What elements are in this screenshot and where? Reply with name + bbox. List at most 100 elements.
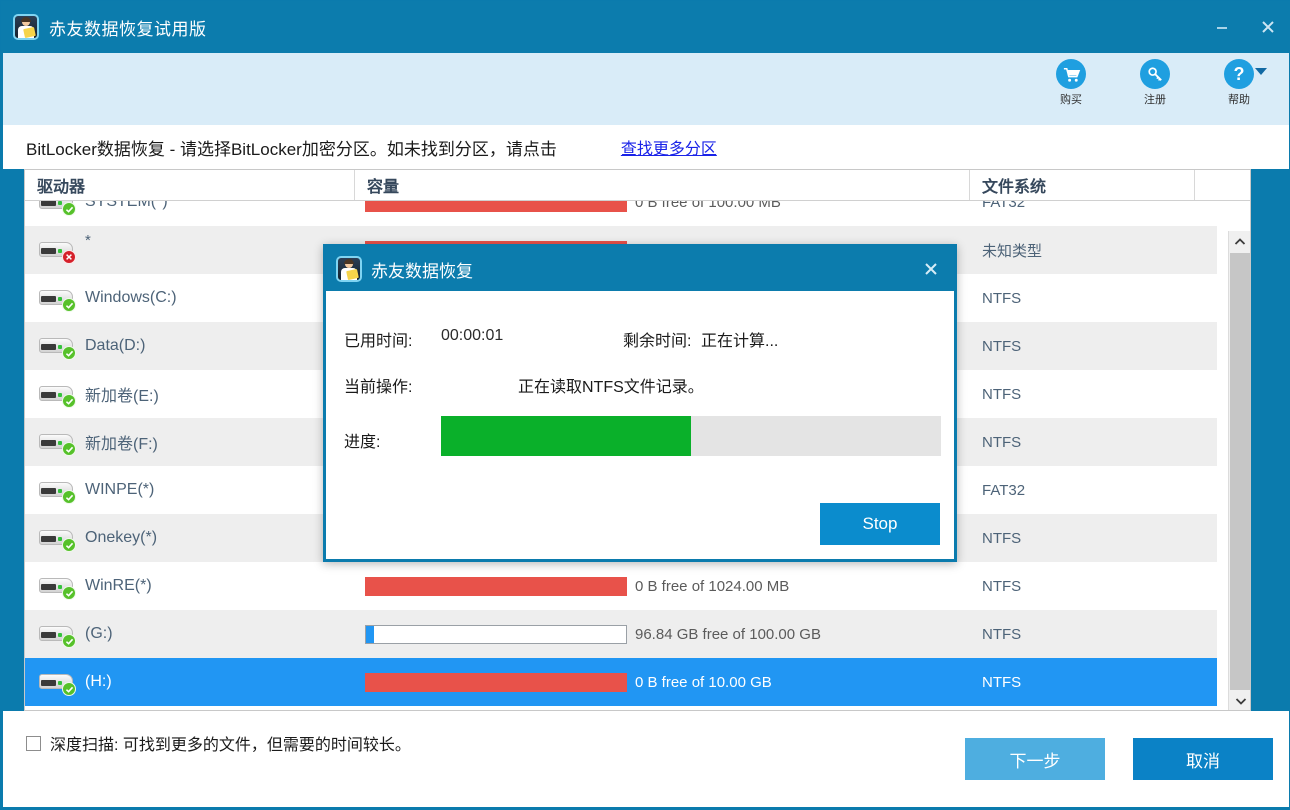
deep-scan-checkbox[interactable]	[26, 735, 41, 751]
disk-icon	[37, 525, 77, 552]
capacity-bar	[365, 624, 627, 644]
drive-label: (H:)	[85, 673, 112, 690]
chevron-down-icon	[1235, 698, 1246, 705]
toolbar-item-purchase[interactable]: 购买	[1043, 59, 1099, 107]
drive-label: SYSTEM(*)	[85, 201, 168, 210]
cell-drive: SYSTEM(*)	[25, 201, 355, 226]
column-header-capacity[interactable]: 容量	[355, 170, 970, 200]
filesystem-text: NTFS	[982, 337, 1022, 355]
page-subheader: BitLocker数据恢复 - 请选择BitLocker加密分区。如未找到分区，…	[3, 125, 1289, 169]
capacity-bar	[365, 672, 627, 692]
progress-bar-fill	[441, 416, 691, 456]
remaining-time-value: 正在计算...	[701, 333, 779, 350]
toolbar-label-help: 帮助	[1228, 93, 1250, 106]
cell-filesystem: NTFS	[970, 274, 1195, 322]
cell-capacity: 0 B free of 10.00 GB	[355, 658, 970, 706]
toolbar-item-register[interactable]: 注册	[1127, 59, 1183, 107]
drive-label: Data(D:)	[85, 337, 146, 354]
scroll-up-button[interactable]	[1229, 231, 1250, 253]
capacity-bar	[365, 576, 627, 596]
chevron-up-icon	[1234, 238, 1245, 245]
disk-icon	[37, 621, 77, 648]
cell-drive: *	[25, 226, 355, 274]
cell-extra	[1195, 418, 1217, 466]
drive-label: Onekey(*)	[85, 529, 158, 546]
cell-filesystem: FAT32	[970, 201, 1195, 226]
footer-bar: 深度扫描: 可找到更多的文件，但需要的时间较长。 下一步 取消	[3, 711, 1289, 807]
cell-filesystem: FAT32	[970, 466, 1195, 514]
check-badge-icon	[62, 490, 76, 504]
minimize-button[interactable]	[1199, 1, 1245, 53]
dialog-app-logo-icon	[336, 256, 362, 282]
filesystem-text: NTFS	[982, 577, 1022, 595]
current-operation-label: 当前操作:	[344, 379, 413, 396]
chevron-down-icon[interactable]	[1255, 68, 1267, 75]
dialog-close-button[interactable]	[922, 247, 940, 291]
cell-drive: 新加卷(F:)	[25, 418, 355, 466]
disk-icon	[37, 381, 77, 408]
column-header-drive[interactable]: 驱动器	[25, 170, 355, 200]
window-controls	[1199, 1, 1290, 53]
cell-capacity: 0 B free of 100.00 MB	[355, 201, 970, 226]
cell-extra	[1195, 201, 1217, 226]
check-badge-icon	[62, 298, 76, 312]
toolbar-icons: 购买 注册 ? 帮助	[1043, 59, 1267, 107]
disk-icon	[37, 201, 77, 216]
column-header-extra[interactable]	[1195, 170, 1250, 200]
capacity-bar	[365, 201, 627, 212]
disk-icon	[37, 333, 77, 360]
toolbar-band: 购买 注册 ? 帮助	[3, 53, 1289, 125]
cart-icon	[1056, 59, 1086, 89]
cell-filesystem: NTFS	[970, 562, 1195, 610]
application-window: 赤友数据恢复试用版 购买 注册 ? 帮助 BitLocker数据恢复 - 请选择…	[0, 0, 1290, 810]
drive-label: WinRE(*)	[85, 577, 152, 594]
check-badge-icon	[62, 394, 76, 408]
toolbar-item-help[interactable]: ? 帮助	[1211, 59, 1267, 107]
window-title: 赤友数据恢复试用版	[49, 19, 207, 39]
cell-filesystem: NTFS	[970, 514, 1195, 562]
capacity-text: 0 B free of 1024.00 MB	[635, 577, 790, 595]
cell-extra	[1195, 226, 1217, 274]
table-row[interactable]: (H:) 0 B free of 10.00 GB NTFS	[25, 658, 1217, 706]
check-badge-icon	[62, 346, 76, 360]
cell-drive: Onekey(*)	[25, 514, 355, 562]
vertical-scrollbar[interactable]	[1228, 231, 1250, 710]
question-icon: ?	[1224, 59, 1267, 89]
find-more-partitions-link[interactable]: 查找更多分区	[621, 135, 717, 159]
cell-extra	[1195, 514, 1217, 562]
scroll-down-button[interactable]	[1230, 690, 1250, 710]
deep-scan-option[interactable]: 深度扫描: 可找到更多的文件，但需要的时间较长。	[26, 731, 411, 755]
filesystem-text: NTFS	[982, 385, 1022, 403]
filesystem-text: FAT32	[982, 201, 1026, 211]
page-title: BitLocker数据恢复 - 请选择BitLocker加密分区。如未找到分区，…	[26, 139, 557, 159]
cell-drive: 新加卷(E:)	[25, 370, 355, 418]
cell-capacity: 96.84 GB free of 100.00 GB	[355, 610, 970, 658]
next-button[interactable]: 下一步	[965, 738, 1105, 780]
cell-filesystem: NTFS	[970, 658, 1195, 706]
cell-drive: WinRE(*)	[25, 562, 355, 610]
filesystem-text: NTFS	[982, 529, 1022, 547]
cell-extra	[1195, 610, 1217, 658]
table-header-row: 驱动器 容量 文件系统	[25, 170, 1250, 201]
table-row[interactable]: WinRE(*) 0 B free of 1024.00 MB NTFS	[25, 562, 1217, 610]
dialog-title-bar: 赤友数据恢复	[326, 247, 954, 291]
table-row[interactable]: SYSTEM(*) 0 B free of 100.00 MB FAT32	[25, 201, 1217, 226]
cell-capacity: 0 B free of 1024.00 MB	[355, 562, 970, 610]
stop-button[interactable]: Stop	[820, 503, 940, 545]
elapsed-time-label: 已用时间:	[344, 333, 413, 350]
check-badge-icon	[62, 634, 76, 648]
close-button[interactable]	[1245, 1, 1290, 53]
table-row[interactable]: (G:) 96.84 GB free of 100.00 GB NTFS	[25, 610, 1217, 658]
filesystem-text: NTFS	[982, 625, 1022, 643]
close-icon	[925, 263, 937, 275]
cancel-button[interactable]: 取消	[1133, 738, 1273, 780]
disk-icon	[37, 285, 77, 312]
progress-dialog: 赤友数据恢复 已用时间: 00:00:01 剩余时间: 正在计算... 当前操作…	[323, 244, 957, 562]
check-badge-icon	[62, 586, 76, 600]
key-icon	[1140, 59, 1170, 89]
scrollbar-thumb[interactable]	[1230, 253, 1250, 690]
cell-extra	[1195, 466, 1217, 514]
column-header-filesystem[interactable]: 文件系统	[970, 170, 1195, 200]
toolbar-label-register: 注册	[1144, 93, 1166, 106]
elapsed-time-value: 00:00:01	[441, 327, 504, 344]
